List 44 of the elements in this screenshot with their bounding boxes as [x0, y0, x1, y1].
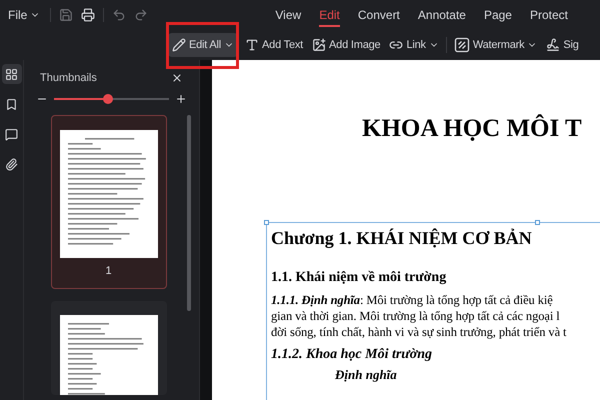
signature-icon	[546, 38, 560, 52]
subsection-heading: 1.1.2. Khoa học Môi trường	[271, 346, 433, 364]
menu-tab[interactable]: Page	[484, 4, 512, 26]
menu-tab[interactable]: View	[275, 4, 302, 26]
toolbar-button[interactable]: Sig	[544, 33, 581, 57]
text-icon	[245, 38, 260, 52]
file-menu[interactable]: File	[6, 6, 42, 24]
toolbar-button[interactable]: Add Text	[243, 33, 306, 57]
menu-tab[interactable]: Edit	[319, 4, 340, 26]
pencil-icon	[172, 38, 186, 52]
toolbar-button[interactable]: Add Image	[310, 33, 382, 57]
save-icon[interactable]	[59, 8, 74, 22]
menu-tab[interactable]: Convert	[358, 4, 400, 26]
bookmark-icon	[5, 98, 18, 110]
redo-icon[interactable]	[134, 8, 148, 22]
grid-tab[interactable]	[2, 64, 22, 84]
document-title: KHOA HỌC MÔI T	[362, 113, 583, 144]
page-thumbnail[interactable]: 1	[50, 114, 166, 289]
toolbar-button[interactable]: Link	[387, 33, 441, 57]
text-box[interactable]	[266, 222, 600, 400]
resize-handle-icon[interactable]	[535, 220, 540, 224]
close-icon[interactable]	[171, 72, 183, 84]
chapter-heading: Chương 1. KHÁI NIỆM CƠ BẢN	[271, 226, 533, 248]
section-heading: 1.1. Khái niệm về môi trường	[271, 268, 448, 286]
paragraph: 1.1.1. Định nghĩa: Môi trường là tổng hợp tất cả điều kiệ gian và thời gian. Môi trường là tổng hợp tất cả các ngoại l đời sống, tính chất, hành vi và sự sinh trưởng, phát triển và t	[271, 292, 568, 340]
subheading: Định nghĩa	[335, 366, 398, 382]
paperclip-icon	[5, 158, 18, 170]
watermark-icon	[454, 37, 470, 53]
comment-icon	[5, 128, 18, 140]
panel-title: Thumbnails	[40, 71, 97, 86]
page-number: 1	[105, 264, 112, 278]
zoom-in-icon[interactable]	[175, 92, 187, 104]
undo-icon[interactable]	[112, 8, 126, 22]
page-thumbnail[interactable]	[50, 301, 166, 395]
menu-tab[interactable]: Annotate	[418, 4, 466, 26]
toolbar-button[interactable]: Edit All	[168, 33, 238, 57]
image-icon	[312, 38, 326, 52]
print-icon[interactable]	[81, 8, 96, 22]
grid-icon	[5, 68, 18, 80]
slider-thumb[interactable]	[103, 94, 114, 104]
scrollbar[interactable]	[187, 114, 191, 310]
menu-tab[interactable]: Protect	[530, 4, 568, 26]
resize-handle-icon[interactable]	[264, 220, 269, 224]
toolbar-button[interactable]: Watermark	[452, 33, 540, 57]
